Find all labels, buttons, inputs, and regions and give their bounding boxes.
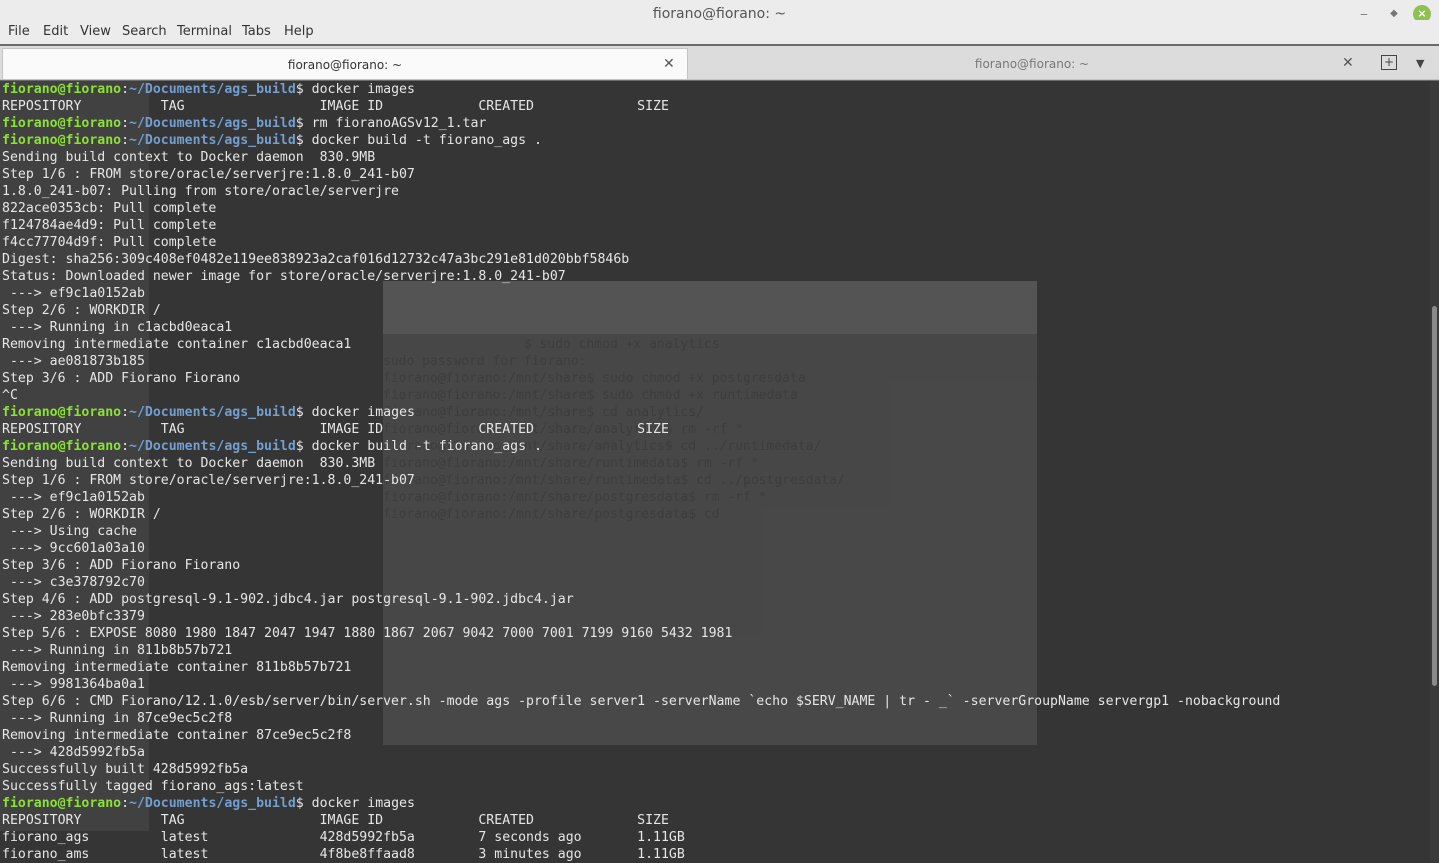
prompt-sep: : <box>121 116 130 131</box>
prompt-dollar: $ <box>295 116 304 131</box>
prompt-user: fiorano@fiorano <box>2 796 122 811</box>
prompt-dollar: $ <box>295 82 304 97</box>
output-line: Step 3/6 : ADD Fiorano Fiorano <box>2 371 241 386</box>
prompt-path: ~/Documents/ags_build <box>129 82 296 97</box>
terminal-output[interactable]: $ sudo chmod +x analytics sudo password f… <box>0 81 1430 863</box>
command-text: docker images <box>303 796 415 811</box>
menu-help[interactable]: Help <box>284 24 314 39</box>
prompt-line: fiorano@fiorano:~/Documents/ags_build$ d… <box>2 404 1280 421</box>
prompt-line: fiorano@fiorano:~/Documents/ags_build$ d… <box>2 438 1280 455</box>
prompt-sep: : <box>121 133 130 148</box>
output-line: f4cc77704d9f: Pull complete <box>2 235 217 250</box>
prompt-line: fiorano@fiorano:~/Documents/ags_build$ r… <box>2 115 1280 132</box>
output-line: ---> Running in 87ce9ec5c2f8 <box>2 711 233 726</box>
prompt-path: ~/Documents/ags_build <box>129 405 296 420</box>
tab-close-icon[interactable]: ✕ <box>1342 55 1354 71</box>
output-line: Step 1/6 : FROM store/oracle/serverjre:1… <box>2 473 415 488</box>
scrollbar-thumb[interactable] <box>1432 306 1437 686</box>
output-line: Step 3/6 : ADD Fiorano Fiorano <box>2 558 241 573</box>
menu-edit[interactable]: Edit <box>43 24 68 39</box>
tab-list-chevron-down-icon[interactable]: ▼ <box>1416 57 1424 70</box>
output-line: Digest: sha256:309c408ef0482e119ee838923… <box>2 252 630 267</box>
output-line: f124784ae4d9: Pull complete <box>2 218 217 233</box>
prompt-line: fiorano@fiorano:~/Documents/ags_build$ d… <box>2 795 1280 812</box>
output-line: ^C <box>2 388 18 403</box>
output-line: Successfully tagged fiorano_ags:latest <box>2 779 304 794</box>
prompt-dollar: $ <box>295 405 304 420</box>
command-text: docker images <box>303 405 415 420</box>
output-line: Step 2/6 : WORKDIR / <box>2 303 161 318</box>
command-text: rm fioranoAGSv12_1.tar <box>303 116 487 131</box>
output-line: Step 5/6 : EXPOSE 8080 1980 1847 2047 19… <box>2 626 733 641</box>
output-line: ---> Running in c1acbd0eaca1 <box>2 320 233 335</box>
tab-terminal-1[interactable]: fiorano@fiorano: ~ ✕ <box>2 48 688 79</box>
menu-view[interactable]: View <box>80 24 111 39</box>
output-line: ---> Running in 811b8b57b721 <box>2 643 233 658</box>
menu-terminal[interactable]: Terminal <box>177 24 232 39</box>
output-line: Sending build context to Docker daemon 8… <box>2 150 376 165</box>
command-text: docker images <box>303 82 415 97</box>
prompt-sep: : <box>121 439 130 454</box>
prompt-dollar: $ <box>295 439 304 454</box>
output-line: Successfully built 428d5992fb5a <box>2 762 249 777</box>
prompt-user: fiorano@fiorano <box>2 133 122 148</box>
prompt-user: fiorano@fiorano <box>2 439 122 454</box>
output-line: ---> 9cc601a03a10 <box>2 541 145 556</box>
output-line: Step 1/6 : FROM store/oracle/serverjre:1… <box>2 167 415 182</box>
tab-close-icon[interactable]: ✕ <box>663 56 675 72</box>
tab-terminal-2[interactable]: fiorano@fiorano: ~ ✕ <box>692 48 1372 79</box>
output-line: ---> c3e378792c70 <box>2 575 145 590</box>
terminal-lines: fiorano@fiorano:~/Documents/ags_build$ d… <box>2 81 1280 863</box>
output-line: ---> ef9c1a0152ab <box>2 286 145 301</box>
command-text: docker build -t fiorano_ags . <box>303 133 542 148</box>
output-line: REPOSITORY TAG IMAGE ID CREATED SIZE <box>2 99 669 114</box>
output-line: ---> 283e0bfc3379 <box>2 609 145 624</box>
output-line: Step 2/6 : WORKDIR / <box>2 507 161 522</box>
prompt-line: fiorano@fiorano:~/Documents/ags_build$ d… <box>2 81 1280 98</box>
prompt-user: fiorano@fiorano <box>2 405 122 420</box>
menu-file[interactable]: File <box>8 24 30 39</box>
prompt-user: fiorano@fiorano <box>2 116 122 131</box>
menu-tabs[interactable]: Tabs <box>242 24 271 39</box>
output-line: ---> 428d5992fb5a <box>2 745 145 760</box>
prompt-line: fiorano@fiorano:~/Documents/ags_build$ d… <box>2 132 1280 149</box>
prompt-dollar: $ <box>295 796 304 811</box>
output-line: Removing intermediate container c1acbd0e… <box>2 337 352 352</box>
terminal-scrollbar[interactable] <box>1430 81 1439 863</box>
prompt-sep: : <box>121 82 130 97</box>
output-line: 822ace0353cb: Pull complete <box>2 201 217 216</box>
output-line: fiorano_ags latest 428d5992fb5a 7 second… <box>2 830 685 845</box>
tab-bar: fiorano@fiorano: ~ ✕ fiorano@fiorano: ~ … <box>0 46 1439 80</box>
command-text: docker build -t fiorano_ags . <box>303 439 542 454</box>
new-tab-icon[interactable]: + <box>1381 55 1397 70</box>
output-line: ---> Using cache <box>2 524 137 539</box>
output-line: Removing intermediate container 811b8b57… <box>2 660 352 675</box>
prompt-dollar: $ <box>295 133 304 148</box>
prompt-path: ~/Documents/ags_build <box>129 133 296 148</box>
tab-label: fiorano@fiorano: ~ <box>287 58 403 72</box>
output-line: Sending build context to Docker daemon 8… <box>2 456 376 471</box>
menu-search[interactable]: Search <box>122 24 167 39</box>
prompt-path: ~/Documents/ags_build <box>129 796 296 811</box>
output-line: Step 4/6 : ADD postgresql-9.1-902.jdbc4.… <box>2 592 574 607</box>
prompt-sep: : <box>121 796 130 811</box>
tab-label: fiorano@fiorano: ~ <box>974 57 1090 71</box>
output-line: Removing intermediate container 87ce9ec5… <box>2 728 352 743</box>
output-line: 1.8.0_241-b07: Pulling from store/oracle… <box>2 184 399 199</box>
prompt-sep: : <box>121 405 130 420</box>
output-line: Status: Downloaded newer image for store… <box>2 269 566 284</box>
output-line: fiorano_ams latest 4f8be8ffaad8 3 minute… <box>2 847 685 862</box>
output-line: ---> ef9c1a0152ab <box>2 490 145 505</box>
output-line: ---> 9981364ba0a1 <box>2 677 145 692</box>
output-line: REPOSITORY TAG IMAGE ID CREATED SIZE <box>2 813 669 828</box>
prompt-path: ~/Documents/ags_build <box>129 116 296 131</box>
prompt-user: fiorano@fiorano <box>2 82 122 97</box>
prompt-path: ~/Documents/ags_build <box>129 439 296 454</box>
output-line: REPOSITORY TAG IMAGE ID CREATED SIZE <box>2 422 669 437</box>
menu-bar: File Edit View Search Terminal Tabs Help <box>0 20 1439 44</box>
output-line: Step 6/6 : CMD Fiorano/12.1.0/esb/server… <box>2 694 1281 709</box>
output-line: ---> ae081873b185 <box>2 354 145 369</box>
